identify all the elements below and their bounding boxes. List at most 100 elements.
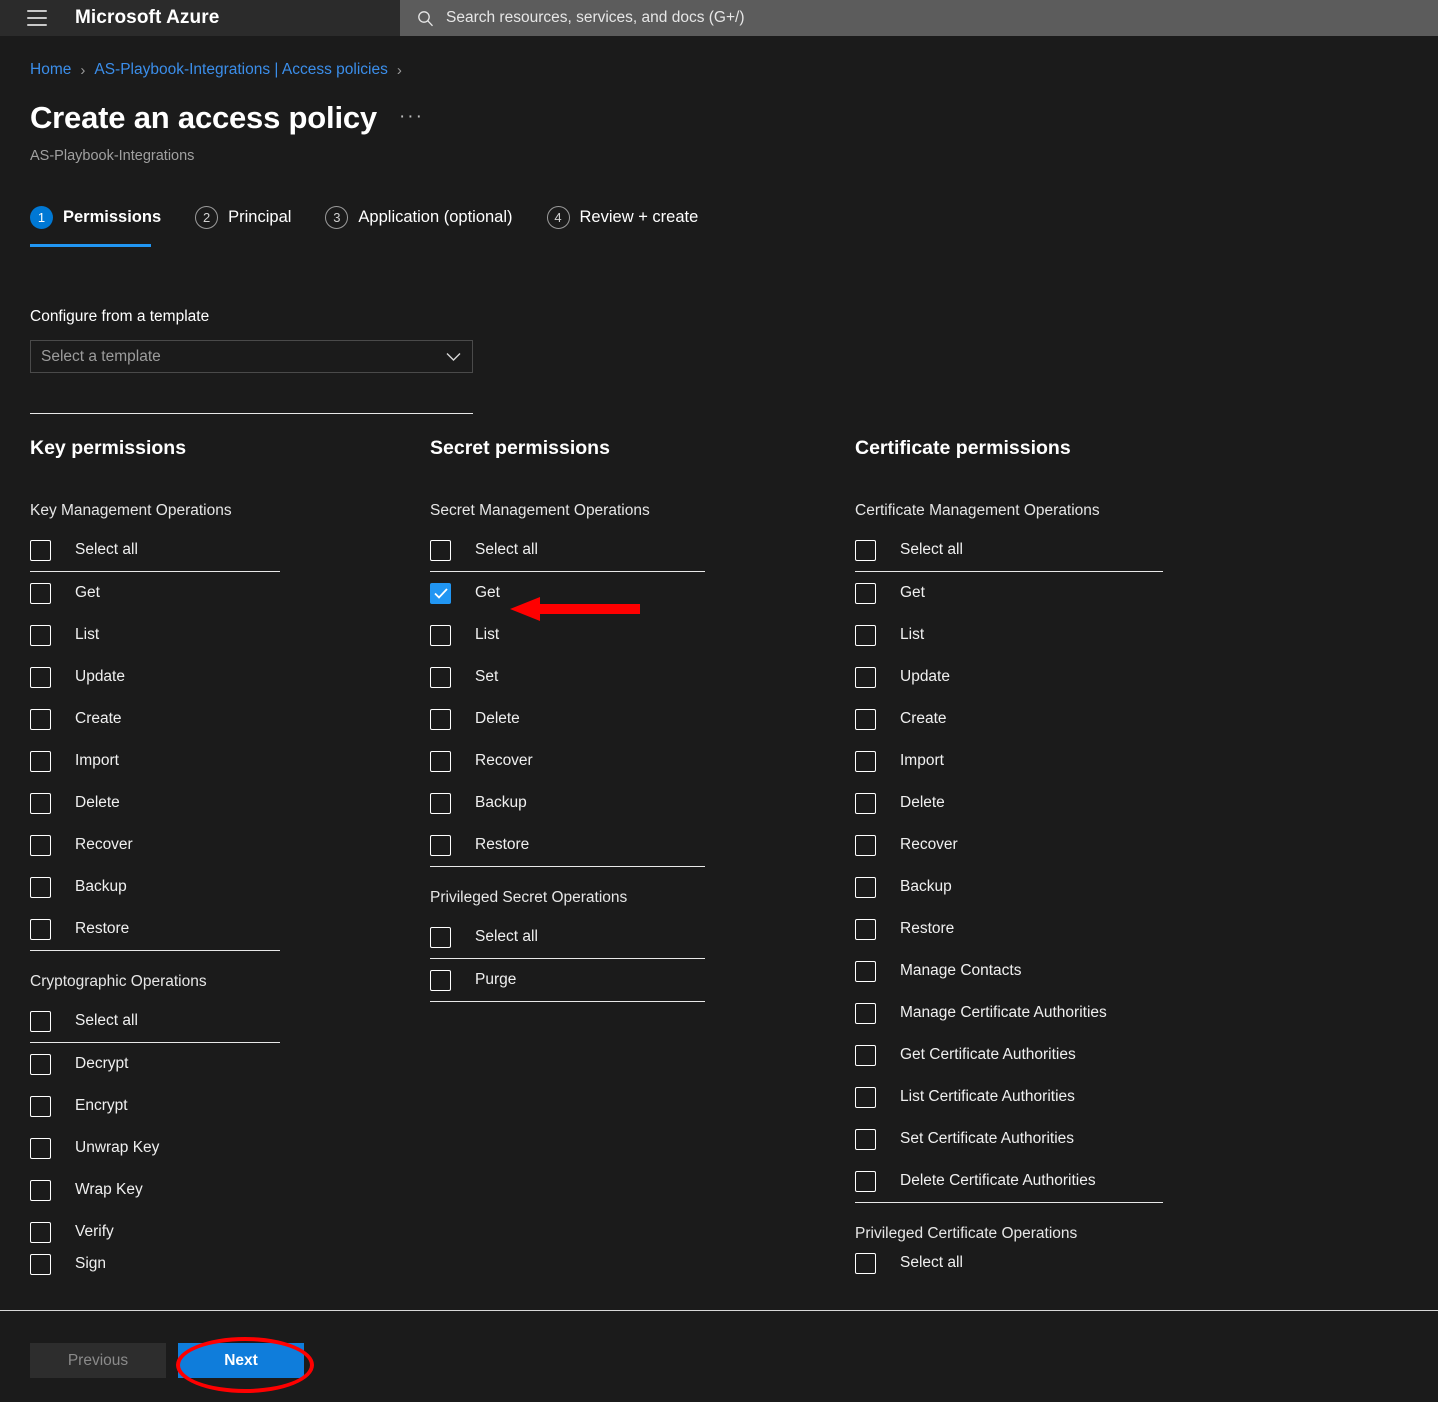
checkbox-icon[interactable] bbox=[30, 708, 51, 730]
checkbox-icon[interactable] bbox=[855, 792, 876, 814]
select-all-checkbox-row[interactable]: Select all bbox=[430, 529, 810, 571]
select-all-checkbox-row[interactable]: Select all bbox=[855, 1252, 1255, 1274]
checkbox-icon[interactable] bbox=[30, 834, 51, 856]
checkbox-row[interactable]: Backup bbox=[430, 782, 810, 824]
checkbox-icon[interactable] bbox=[855, 1044, 876, 1066]
checkbox-row[interactable]: Delete bbox=[855, 782, 1255, 824]
checkbox-row[interactable]: Purge bbox=[430, 959, 810, 1001]
checkbox-row[interactable]: Restore bbox=[430, 824, 810, 866]
checkbox-icon[interactable] bbox=[855, 834, 876, 856]
checkbox-icon[interactable] bbox=[30, 1053, 51, 1075]
checkbox-row[interactable]: Delete bbox=[30, 782, 410, 824]
checkbox-icon[interactable] bbox=[855, 1128, 876, 1150]
checkbox-row[interactable]: Wrap Key bbox=[30, 1169, 410, 1211]
checkbox-icon[interactable] bbox=[430, 750, 451, 772]
template-select[interactable]: Select a template bbox=[30, 340, 473, 373]
next-button[interactable]: Next bbox=[178, 1343, 304, 1378]
checkbox-icon[interactable] bbox=[30, 624, 51, 646]
checkbox-icon[interactable] bbox=[855, 624, 876, 646]
checkbox-row[interactable]: Set Certificate Authorities bbox=[855, 1118, 1255, 1160]
checkbox-icon[interactable] bbox=[30, 750, 51, 772]
checkbox-row[interactable]: Recover bbox=[30, 824, 410, 866]
checkbox-row[interactable]: List bbox=[30, 614, 410, 656]
checkbox-icon[interactable] bbox=[30, 918, 51, 940]
checkbox-icon[interactable] bbox=[30, 1137, 51, 1159]
checkbox-row[interactable]: List Certificate Authorities bbox=[855, 1076, 1255, 1118]
checkbox-icon[interactable] bbox=[855, 1086, 876, 1108]
checkbox-icon[interactable] bbox=[855, 750, 876, 772]
checkbox-row[interactable]: Verify bbox=[30, 1211, 410, 1253]
checkbox-icon[interactable] bbox=[430, 624, 451, 646]
checkbox-icon[interactable] bbox=[30, 1179, 51, 1201]
checkbox-row[interactable]: Create bbox=[855, 698, 1255, 740]
checkbox-row[interactable]: Create bbox=[30, 698, 410, 740]
checkbox-row[interactable]: Unwrap Key bbox=[30, 1127, 410, 1169]
checkbox-row[interactable]: Manage Contacts bbox=[855, 950, 1255, 992]
checkbox-icon[interactable] bbox=[30, 792, 51, 814]
checkbox-icon[interactable] bbox=[855, 1002, 876, 1024]
checkbox-row[interactable]: Get bbox=[430, 572, 810, 614]
select-all-checkbox-row[interactable]: Select all bbox=[430, 916, 810, 958]
checkbox-row[interactable]: Get bbox=[30, 572, 410, 614]
checkbox-row[interactable]: List bbox=[855, 614, 1255, 656]
breadcrumb-item-access-policies[interactable]: AS-Playbook-Integrations | Access polici… bbox=[94, 61, 388, 79]
checkbox-icon[interactable] bbox=[855, 708, 876, 730]
checkbox-row[interactable]: Update bbox=[30, 656, 410, 698]
checkbox-icon[interactable] bbox=[430, 834, 451, 856]
checkbox-icon[interactable] bbox=[430, 539, 451, 561]
checkbox-row[interactable]: List bbox=[430, 614, 810, 656]
checkbox-icon[interactable] bbox=[430, 792, 451, 814]
checkbox-icon[interactable] bbox=[30, 1221, 51, 1243]
checkbox-row[interactable]: Restore bbox=[855, 908, 1255, 950]
checkbox-icon[interactable] bbox=[430, 666, 451, 688]
checkbox-row[interactable]: Decrypt bbox=[30, 1043, 410, 1085]
checkbox-icon[interactable] bbox=[30, 539, 51, 561]
checkbox-row[interactable]: Delete Certificate Authorities bbox=[855, 1160, 1255, 1202]
checkbox-icon[interactable] bbox=[30, 876, 51, 898]
checkbox-icon[interactable] bbox=[855, 582, 876, 604]
checkbox-icon[interactable] bbox=[30, 666, 51, 688]
checkbox-icon[interactable] bbox=[855, 918, 876, 940]
select-all-checkbox-row[interactable]: Select all bbox=[855, 529, 1255, 571]
checkbox-icon[interactable] bbox=[430, 926, 451, 948]
breadcrumb-item-home[interactable]: Home bbox=[30, 61, 71, 79]
checkbox-icon[interactable] bbox=[855, 1252, 876, 1274]
checkbox-icon[interactable] bbox=[430, 708, 451, 730]
wizard-step-application-optional[interactable]: 3 Application (optional) bbox=[325, 206, 513, 247]
checkbox-icon[interactable] bbox=[855, 666, 876, 688]
checkbox-row[interactable]: Get Certificate Authorities bbox=[855, 1034, 1255, 1076]
checkbox-row[interactable]: Restore bbox=[30, 908, 410, 950]
checkbox-row[interactable]: Update bbox=[855, 656, 1255, 698]
checkbox-checked-icon[interactable] bbox=[430, 582, 451, 604]
checkbox-icon[interactable] bbox=[30, 1253, 51, 1275]
checkbox-row[interactable]: Delete bbox=[430, 698, 810, 740]
checkbox-row[interactable]: Sign bbox=[30, 1253, 410, 1275]
checkbox-row[interactable]: Backup bbox=[855, 866, 1255, 908]
checkbox-row[interactable]: Import bbox=[30, 740, 410, 782]
checkbox-row[interactable]: Encrypt bbox=[30, 1085, 410, 1127]
global-search-box[interactable]: Search resources, services, and docs (G+… bbox=[400, 0, 1438, 36]
checkbox-row[interactable]: Backup bbox=[30, 866, 410, 908]
checkbox-row[interactable]: Recover bbox=[430, 740, 810, 782]
checkbox-icon[interactable] bbox=[855, 539, 876, 561]
select-all-checkbox-row[interactable]: Select all bbox=[30, 529, 410, 571]
checkbox-icon[interactable] bbox=[30, 582, 51, 604]
checkbox-row[interactable]: Import bbox=[855, 740, 1255, 782]
checkbox-icon[interactable] bbox=[855, 1170, 876, 1192]
checkbox-row[interactable]: Set bbox=[430, 656, 810, 698]
wizard-step-principal[interactable]: 2 Principal bbox=[195, 206, 291, 247]
checkbox-icon[interactable] bbox=[430, 969, 451, 991]
hamburger-icon[interactable] bbox=[27, 10, 47, 26]
previous-button[interactable]: Previous bbox=[30, 1343, 166, 1378]
wizard-step-permissions[interactable]: 1 Permissions bbox=[30, 206, 161, 247]
wizard-step-review-create[interactable]: 4 Review + create bbox=[546, 206, 698, 247]
checkbox-icon[interactable] bbox=[855, 876, 876, 898]
select-all-checkbox-row[interactable]: Select all bbox=[30, 1000, 410, 1042]
more-options-icon[interactable]: ··· bbox=[399, 106, 424, 128]
checkbox-row[interactable]: Manage Certificate Authorities bbox=[855, 992, 1255, 1034]
checkbox-row[interactable]: Recover bbox=[855, 824, 1255, 866]
azure-brand-label[interactable]: Microsoft Azure bbox=[75, 7, 219, 29]
checkbox-row[interactable]: Get bbox=[855, 572, 1255, 614]
checkbox-icon[interactable] bbox=[30, 1095, 51, 1117]
checkbox-icon[interactable] bbox=[30, 1010, 51, 1032]
